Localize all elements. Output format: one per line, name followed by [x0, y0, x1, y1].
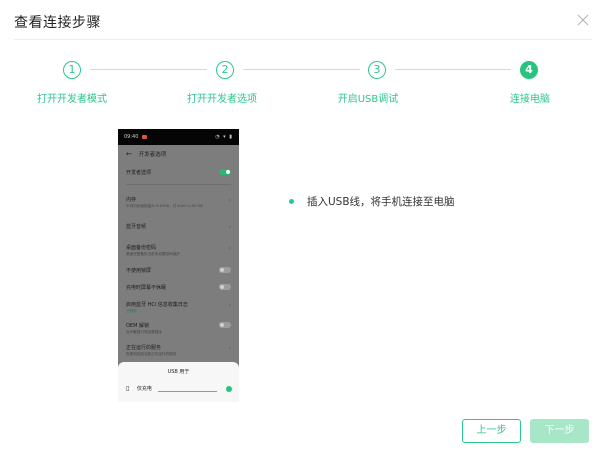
- battery-icon: ▯: [126, 385, 130, 392]
- previous-step-button[interactable]: 上一步: [462, 419, 521, 443]
- phone-row-no-lock-screen: 不使用锁屏: [126, 267, 231, 274]
- chevron-right-icon: ›: [228, 245, 231, 252]
- step-2-label: 打开开发者选项: [187, 94, 257, 105]
- usb-mode-sheet: USB 用于 ▯ 仅充电: [118, 362, 239, 402]
- row-subtitle: 已停用: [126, 309, 137, 313]
- phone-row-oem-unlock: OEM 解锁 允许解锁引导加载程序: [126, 322, 231, 335]
- row-title: 开发者选项: [126, 170, 152, 176]
- step-4-label: 连接电脑: [510, 94, 550, 105]
- row-title: 充电时屏幕不休眠: [126, 285, 167, 291]
- chevron-right-icon: ›: [228, 345, 231, 352]
- row-title: 内存: [126, 197, 137, 203]
- record-indicator-icon: [142, 135, 147, 139]
- step-connector: [243, 69, 360, 70]
- phone-row-running-services: 正在运行的服务 查看和控制当前正在运行的服务 ›: [126, 344, 231, 357]
- usb-option: ▯ 仅充电: [126, 385, 152, 392]
- row-subtitle: 桌面完整备份当前未设置密码保护: [126, 252, 180, 256]
- row-title: 蓝牙音频: [126, 224, 147, 230]
- status-icons: ◔ ▾ ▮: [215, 134, 233, 140]
- next-step-button[interactable]: 下一步: [530, 419, 589, 443]
- row-title: 启用蓝牙 HCI 信息收集日志: [126, 302, 188, 308]
- bullet-dot-icon: [289, 199, 294, 204]
- phone-divider: [126, 184, 231, 185]
- phone-row-memory: 内存 平均内存使用量为 4.40GB，共 6.00+2.00 GB ›: [126, 196, 231, 209]
- phone-row-stay-awake: 充电时屏幕不休眠: [126, 284, 231, 291]
- phone-screen: 09:40 ◔ ▾ ▮ ← 开发者选项 开发者选项 内存 平均内存使用量为 4.…: [118, 129, 239, 402]
- radio-selected-icon: [226, 386, 232, 392]
- usb-sheet-title: USB 用于: [167, 369, 190, 375]
- connection-steps-dialog: 查看连接步骤 1 2 3 4 打开开发者模式 打开开发者选项 开启USB调试 连…: [0, 0, 600, 456]
- phone-row-developer-options: 开发者选项: [126, 169, 231, 176]
- row-subtitle: 允许解锁引导加载程序: [126, 330, 162, 334]
- phone-row-bluetooth-audio: 蓝牙音频 ›: [126, 223, 231, 231]
- toggle-off-icon: [219, 284, 231, 290]
- step-1-circle: 1: [63, 61, 81, 79]
- row-title: 不使用锁屏: [126, 268, 152, 274]
- status-time: 09:40: [124, 134, 139, 140]
- phone-screenshot: 09:40 ◔ ▾ ▮ ← 开发者选项 开发者选项 内存 平均内存使用量为 4.…: [118, 129, 239, 402]
- row-title: 桌面备份密码: [126, 245, 157, 251]
- phone-header-title: 开发者选项: [138, 152, 167, 158]
- row-title: OEM 解锁: [126, 323, 149, 329]
- phone-status-bar: 09:40 ◔ ▾ ▮: [118, 129, 239, 145]
- row-title: 正在运行的服务: [126, 345, 162, 351]
- phone-row-bt-hci-log: 启用蓝牙 HCI 信息收集日志 已停用 ›: [126, 301, 231, 314]
- usb-option-divider: [158, 391, 217, 392]
- step-1-label: 打开开发者模式: [37, 94, 107, 105]
- chevron-right-icon: ›: [228, 224, 231, 231]
- instruction-text: 插入USB线，将手机连接至电脑: [307, 196, 455, 208]
- dialog-title: 查看连接步骤: [14, 15, 101, 31]
- step-connector: [90, 69, 207, 70]
- chevron-right-icon: ›: [228, 197, 231, 204]
- back-arrow-icon: ←: [126, 150, 132, 158]
- close-icon[interactable]: [576, 13, 590, 27]
- toggle-off-icon: [219, 322, 231, 328]
- step-3-circle: 3: [368, 61, 386, 79]
- row-subtitle: 平均内存使用量为 4.40GB，共 6.00+2.00 GB: [126, 204, 203, 208]
- phone-header: ← 开发者选项: [126, 150, 166, 158]
- usb-option-label: 仅充电: [136, 386, 152, 392]
- chevron-right-icon: ›: [228, 302, 231, 309]
- row-subtitle: 查看和控制当前正在运行的服务: [126, 352, 177, 356]
- toggle-off-icon: [219, 267, 231, 273]
- step-connector: [395, 69, 511, 70]
- header-divider: [14, 39, 592, 40]
- toggle-on-icon: [219, 169, 231, 175]
- phone-row-backup-password: 桌面备份密码 桌面完整备份当前未设置密码保护 ›: [126, 244, 231, 257]
- step-4-circle: 4: [520, 61, 538, 79]
- step-2-circle: 2: [216, 61, 234, 79]
- step-3-label: 开启USB调试: [337, 94, 399, 105]
